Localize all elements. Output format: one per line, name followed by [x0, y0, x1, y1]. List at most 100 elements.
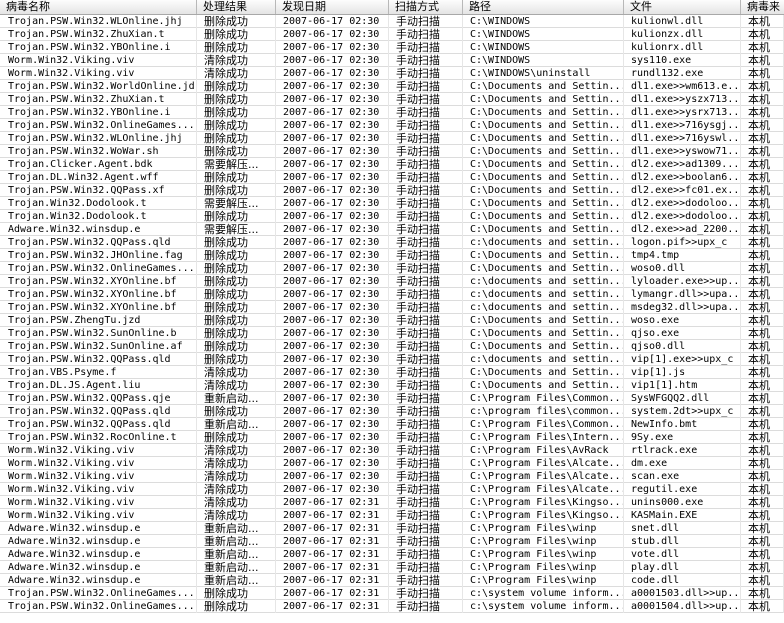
column-header-source[interactable]: 病毒来 [741, 0, 784, 14]
table-row[interactable]: Worm.Win32.Viking.viv 清除成功 2007-06-17 02:3… [0, 54, 784, 67]
virus-name-cell: Trojan.PSW.Win32.WLOnline.jhj [0, 15, 197, 28]
column-header-virus-name[interactable]: 病毒名称 [0, 0, 197, 14]
table-row[interactable]: Trojan.PSW.Win32.WoWar.sh 删除成功 2007-06-17 … [0, 145, 784, 158]
table-row[interactable]: Worm.Win32.Viking.viv 清除成功 2007-06-17 02:3… [0, 483, 784, 496]
table-row[interactable]: Trojan.Clicker.Agent.bdk 需要解压... 2007-06-1… [0, 158, 784, 171]
virus-name-cell: Adware.Win32.winsdup.e [0, 561, 197, 574]
path-cell: C:\Program Files\Alcate... [463, 483, 624, 496]
file-cell: vip1[1].htm [624, 379, 741, 392]
path-cell: C:\Program Files\winp [463, 561, 624, 574]
column-header-result[interactable]: 处理结果 [197, 0, 276, 14]
table-row[interactable]: Trojan.PSW.Win32.QQPass.qld 删除成功 2007-06-1… [0, 353, 784, 366]
table-row[interactable]: Trojan.Win32.Dodolook.t 删除成功 2007-06-17 02… [0, 210, 784, 223]
table-row[interactable]: Adware.Win32.winsdup.e 重新启动... 2007-06-17 … [0, 574, 784, 587]
file-cell: dl1.exe>>wm613.e... [624, 80, 741, 93]
table-row[interactable]: Trojan.PSW.Win32.XYOnline.bf 删除成功 2007-06-… [0, 288, 784, 301]
result-cell: 删除成功 [197, 340, 276, 353]
table-row[interactable]: Worm.Win32.Viking.viv 清除成功 2007-06-17 02:3… [0, 457, 784, 470]
source-cell: 本机 [741, 392, 784, 405]
table-row[interactable]: Trojan.PSW.Win32.OnlineGames... 删除成功 2007-… [0, 119, 784, 132]
virus-name-cell: Trojan.PSW.Win32.QQPass.qld [0, 236, 197, 249]
table-row[interactable]: Trojan.Win32.Dodolook.t 需要解压... 2007-06-17… [0, 197, 784, 210]
table-row[interactable]: Worm.Win32.Viking.viv 清除成功 2007-06-17 02:3… [0, 444, 784, 457]
path-cell: C:\WINDOWS [463, 41, 624, 54]
table-row[interactable]: Adware.Win32.winsdup.e 重新启动... 2007-06-17 … [0, 535, 784, 548]
virus-name-cell: Trojan.VBS.Psyme.f [0, 366, 197, 379]
file-cell: qjso.exe [624, 327, 741, 340]
scan-mode-cell: 手动扫描 [389, 457, 463, 470]
table-row[interactable]: Worm.Win32.Viking.viv 清除成功 2007-06-17 02:3… [0, 496, 784, 509]
source-cell: 本机 [741, 548, 784, 561]
source-cell: 本机 [741, 366, 784, 379]
table-row[interactable]: Trojan.DL.Win32.Agent.wff 删除成功 2007-06-17 … [0, 171, 784, 184]
table-row[interactable]: Trojan.PSW.Win32.YBOnline.i 删除成功 2007-06-1… [0, 106, 784, 119]
scan-mode-cell: 手动扫描 [389, 561, 463, 574]
path-cell: C:\Program Files\Alcate... [463, 457, 624, 470]
date-cell: 2007-06-17 02:30 [276, 119, 389, 132]
table-row[interactable]: Trojan.PSW.Win32.ZhuXian.t 删除成功 2007-06-17… [0, 93, 784, 106]
column-header-path[interactable]: 路径 [463, 0, 624, 14]
table-row[interactable]: Trojan.PSW.Win32.QQPass.qld 重新启动... 2007-0… [0, 418, 784, 431]
table-row[interactable]: Trojan.DL.JS.Agent.liu 清除成功 2007-06-17 02:… [0, 379, 784, 392]
table-row[interactable]: Trojan.PSW.Win32.SunOnline.af 删除成功 2007-06… [0, 340, 784, 353]
table-row[interactable]: Trojan.VBS.Psyme.f 清除成功 2007-06-17 02:30 手动… [0, 366, 784, 379]
table-row[interactable]: Trojan.PSW.Win32.XYOnline.bf 删除成功 2007-06-… [0, 275, 784, 288]
date-cell: 2007-06-17 02:30 [276, 470, 389, 483]
table-row[interactable]: Trojan.PSW.Win32.QQPass.qld 删除成功 2007-06-1… [0, 405, 784, 418]
virus-name-cell: Adware.Win32.winsdup.e [0, 548, 197, 561]
path-cell: C:\Documents and Settin... [463, 249, 624, 262]
path-cell: C:\Program Files\Alcate... [463, 470, 624, 483]
virus-name-cell: Trojan.PSW.Win32.WoWar.sh [0, 145, 197, 158]
result-cell: 重新启动... [197, 535, 276, 548]
file-cell: vip[1].exe>>upx_c [624, 353, 741, 366]
table-row[interactable]: Trojan.PSW.Win32.QQPass.qld 删除成功 2007-06-1… [0, 236, 784, 249]
table-row[interactable]: Adware.Win32.winsdup.e 重新启动... 2007-06-17 … [0, 548, 784, 561]
table-row[interactable]: Trojan.PSW.Win32.OnlineGames... 删除成功 2007-… [0, 600, 784, 613]
virus-name-cell: Trojan.PSW.Win32.JHOnline.fag [0, 249, 197, 262]
table-row[interactable]: Trojan.PSW.Win32.WLOnline.jhj 删除成功 2007-06… [0, 15, 784, 28]
table-row[interactable]: Trojan.PSW.Win32.QQPass.xf 删除成功 2007-06-17… [0, 184, 784, 197]
table-row[interactable]: Worm.Win32.Viking.viv 清除成功 2007-06-17 02:3… [0, 509, 784, 522]
column-header-date[interactable]: 发现日期 [276, 0, 389, 14]
virus-name-cell: Worm.Win32.Viking.viv [0, 457, 197, 470]
date-cell: 2007-06-17 02:30 [276, 106, 389, 119]
table-row[interactable]: Trojan.PSW.Win32.ZhuXian.t 删除成功 2007-06-17… [0, 28, 784, 41]
scan-mode-cell: 手动扫描 [389, 236, 463, 249]
file-cell: dl1.exe>>ysrx713... [624, 106, 741, 119]
virus-name-cell: Trojan.DL.Win32.Agent.wff [0, 171, 197, 184]
table-row[interactable]: Worm.Win32.Viking.viv 清除成功 2007-06-17 02:3… [0, 470, 784, 483]
table-row[interactable]: Trojan.PSW.Win32.YBOnline.i 删除成功 2007-06-1… [0, 41, 784, 54]
date-cell: 2007-06-17 02:31 [276, 522, 389, 535]
scan-mode-cell: 手动扫描 [389, 587, 463, 600]
virus-name-cell: Adware.Win32.winsdup.e [0, 574, 197, 587]
table-row[interactable]: Trojan.PSW.Win32.XYOnline.bf 删除成功 2007-06-… [0, 301, 784, 314]
scan-mode-cell: 手动扫描 [389, 418, 463, 431]
path-cell: C:\Documents and Settin... [463, 119, 624, 132]
virus-name-cell: Trojan.PSW.Win32.QQPass.qld [0, 405, 197, 418]
date-cell: 2007-06-17 02:30 [276, 210, 389, 223]
column-header-scan-mode[interactable]: 扫描方式 [389, 0, 463, 14]
table-row[interactable]: Trojan.PSW.Win32.QQPass.qje 重新启动... 2007-0… [0, 392, 784, 405]
table-row[interactable]: Adware.Win32.winsdup.e 重新启动... 2007-06-17 … [0, 522, 784, 535]
table-row[interactable]: Trojan.PSW.ZhengTu.jzd 删除成功 2007-06-17 02:… [0, 314, 784, 327]
source-cell: 本机 [741, 171, 784, 184]
table-row[interactable]: Adware.Win32.winsdup.e 需要解压... 2007-06-17 … [0, 223, 784, 236]
date-cell: 2007-06-17 02:30 [276, 145, 389, 158]
scan-mode-cell: 手动扫描 [389, 262, 463, 275]
table-row[interactable]: Trojan.PSW.Win32.OnlineGames... 删除成功 2007-… [0, 587, 784, 600]
virus-name-cell: Trojan.PSW.Win32.QQPass.xf [0, 184, 197, 197]
table-row[interactable]: Trojan.PSW.Win32.SunOnline.b 删除成功 2007-06-… [0, 327, 784, 340]
date-cell: 2007-06-17 02:31 [276, 509, 389, 522]
file-cell: KASMain.EXE [624, 509, 741, 522]
date-cell: 2007-06-17 02:30 [276, 41, 389, 54]
table-row[interactable]: Trojan.PSW.Win32.RocOnline.t 删除成功 2007-06-… [0, 431, 784, 444]
table-row[interactable]: Adware.Win32.winsdup.e 重新启动... 2007-06-17 … [0, 561, 784, 574]
table-row[interactable]: Worm.Win32.Viking.viv 清除成功 2007-06-17 02:3… [0, 67, 784, 80]
table-row[interactable]: Trojan.PSW.Win32.WLOnline.jhj 删除成功 2007-06… [0, 132, 784, 145]
table-row[interactable]: Trojan.PSW.Win32.OnlineGames... 删除成功 2007-… [0, 262, 784, 275]
result-cell: 删除成功 [197, 327, 276, 340]
date-cell: 2007-06-17 02:30 [276, 340, 389, 353]
table-row[interactable]: Trojan.PSW.Win32.WorldOnline.jd 删除成功 2007-… [0, 80, 784, 93]
column-header-file[interactable]: 文件 [624, 0, 741, 14]
table-row[interactable]: Trojan.PSW.Win32.JHOnline.fag 删除成功 2007-06… [0, 249, 784, 262]
